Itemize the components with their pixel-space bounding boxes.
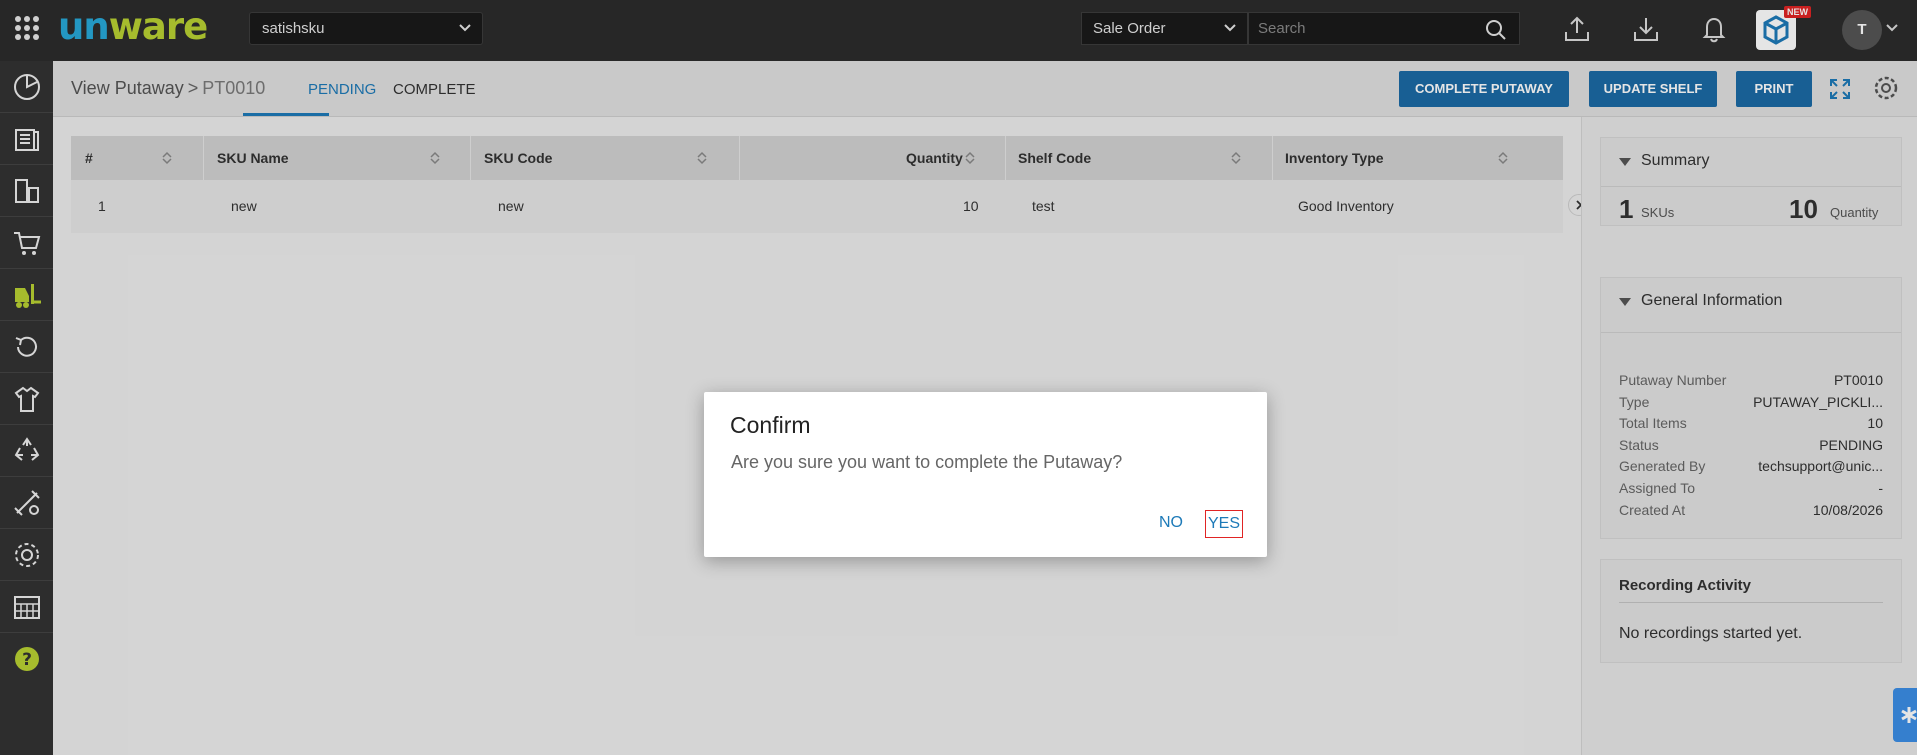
- yes-button[interactable]: YES: [1205, 510, 1243, 538]
- dialog-title: Confirm: [730, 412, 811, 438]
- dialog-message: Are you sure you want to complete the Pu…: [731, 452, 1123, 472]
- confirm-dialog: Confirm Are you sure you want to complet…: [704, 392, 1267, 557]
- modal-overlay: [0, 0, 1917, 755]
- no-button[interactable]: NO: [1154, 510, 1188, 538]
